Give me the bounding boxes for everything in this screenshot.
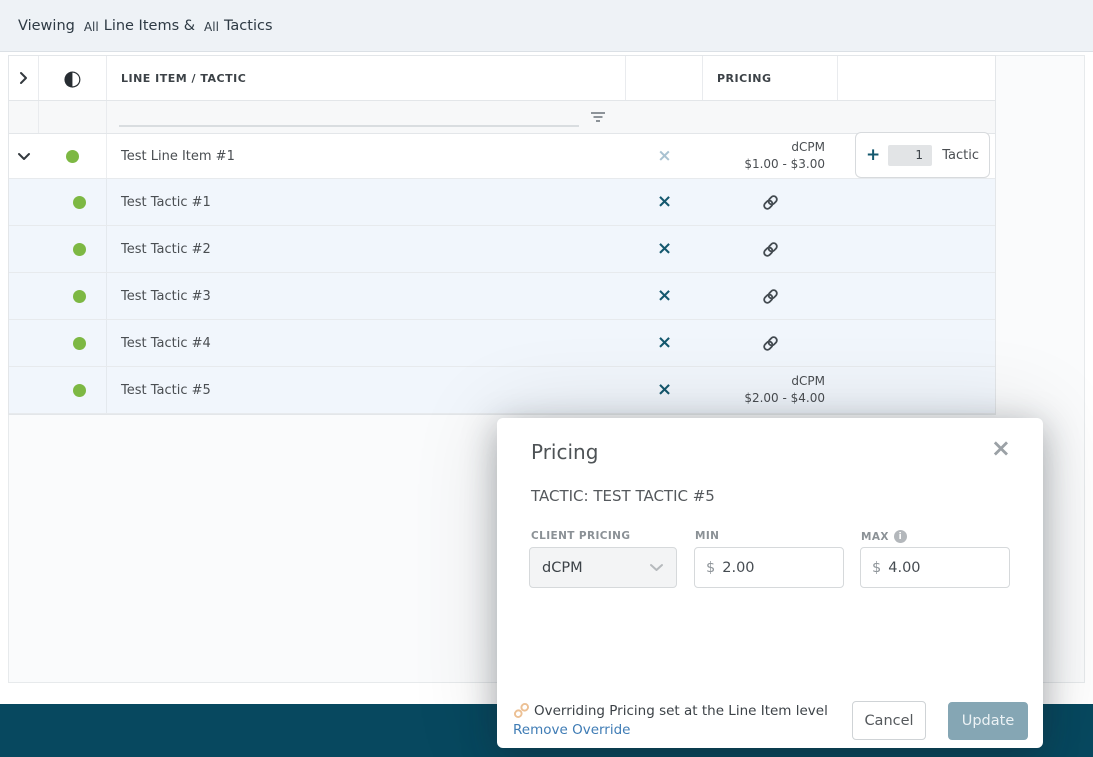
modal-title: Pricing (531, 440, 598, 464)
link-icon[interactable] (762, 241, 779, 258)
expand-all-header[interactable] (9, 56, 39, 100)
tactic-count-badge: 1 (888, 145, 932, 166)
tactic-row-selected: Test Tactic #5 × dCPM $2.00 - $4.00 (9, 367, 995, 414)
max-input[interactable]: $ 4.00 (860, 547, 1010, 588)
status-dot (73, 196, 86, 209)
broken-link-icon (513, 702, 530, 719)
status-dot (73, 384, 86, 397)
remove-tactic-icon[interactable]: × (657, 287, 672, 305)
line-items-label: Line Items & (104, 18, 195, 34)
override-note: Overriding Pricing set at the Line Item … (513, 702, 828, 719)
add-tactic-button[interactable]: + 1 Tactic (855, 132, 990, 178)
status-column-header[interactable]: ◐ (39, 56, 107, 100)
tactics-column-header (838, 56, 995, 100)
view-toolbar: Viewing All Line Items & All Tactics (0, 0, 1093, 52)
remove-line-item-icon[interactable]: × (657, 148, 671, 165)
info-icon[interactable]: i (894, 530, 907, 543)
line-item-pricing[interactable]: dCPM $1.00 - $3.00 (703, 134, 838, 178)
pricing-modal: Pricing × TACTIC: TEST TACTIC #5 CLIENT … (497, 418, 1043, 748)
collapse-line-item[interactable] (9, 134, 39, 178)
line-item-tactic-header: LINE ITEM / TACTIC (107, 56, 626, 100)
client-pricing-select[interactable]: dCPM (529, 547, 677, 588)
tactic-row: Test Tactic #4 × (9, 320, 995, 367)
actions-column-header (626, 56, 703, 100)
filter-row (9, 101, 995, 134)
remove-tactic-icon[interactable]: × (657, 334, 672, 352)
pricing-column-header: PRICING (703, 56, 838, 100)
modal-subtitle: TACTIC: TEST TACTIC #5 (531, 487, 715, 505)
tactic-row: Test Tactic #3 × (9, 273, 995, 320)
min-label: MIN (695, 530, 719, 542)
line-item-row: Test Line Item #1 × dCPM $1.00 - $3.00 +… (9, 134, 995, 179)
tactic-name: Test Tactic #5 (121, 383, 211, 398)
min-input[interactable]: $ 2.00 (694, 547, 844, 588)
tactic-name: Test Tactic #3 (121, 289, 211, 304)
line-items-filter-all[interactable]: All (84, 20, 99, 34)
tactic-name: Test Tactic #4 (121, 336, 211, 351)
close-icon[interactable]: × (991, 436, 1011, 460)
chevron-down-icon (17, 152, 31, 161)
tactics-label: Tactics (224, 18, 273, 34)
currency-prefix: $ (872, 560, 881, 576)
filter-icon[interactable] (590, 111, 606, 123)
remove-tactic-icon[interactable]: × (657, 381, 672, 399)
chevron-down-icon (649, 563, 664, 572)
link-icon[interactable] (762, 288, 779, 305)
client-pricing-value: dCPM (542, 560, 583, 576)
currency-prefix: $ (706, 560, 715, 576)
max-value: 4.00 (888, 560, 920, 576)
tactic-row: Test Tactic #1 × (9, 179, 995, 226)
update-button[interactable]: Update (948, 702, 1028, 740)
tactic-name: Test Tactic #1 (121, 195, 211, 210)
line-item-name: Test Line Item #1 (121, 149, 235, 164)
remove-override-link[interactable]: Remove Override (513, 722, 631, 738)
max-label: MAX i (861, 530, 907, 543)
tactic-row: Test Tactic #2 × (9, 226, 995, 273)
tactic-button-label: Tactic (942, 148, 979, 163)
min-value: 2.00 (722, 560, 754, 576)
remove-tactic-icon[interactable]: × (657, 240, 672, 258)
client-pricing-label: CLIENT PRICING (531, 530, 630, 542)
tactic-name: Test Tactic #2 (121, 242, 211, 257)
status-dot (66, 150, 79, 163)
tactic-pricing[interactable]: dCPM $2.00 - $4.00 (703, 367, 838, 413)
half-circle-icon: ◐ (63, 68, 81, 89)
chevron-right-icon (19, 71, 28, 85)
status-dot (73, 243, 86, 256)
viewing-label: Viewing (18, 18, 75, 34)
tactics-filter-all[interactable]: All (204, 20, 219, 34)
filter-input[interactable] (119, 107, 579, 127)
status-dot (73, 290, 86, 303)
remove-tactic-icon[interactable]: × (657, 193, 672, 211)
status-dot (73, 337, 86, 350)
plus-icon: + (866, 147, 880, 164)
table-header-row: ◐ LINE ITEM / TACTIC PRICING (9, 56, 995, 101)
link-icon[interactable] (762, 194, 779, 211)
line-items-table: ◐ LINE ITEM / TACTIC PRICING (8, 55, 996, 415)
link-icon[interactable] (762, 335, 779, 352)
cancel-button[interactable]: Cancel (852, 701, 926, 740)
